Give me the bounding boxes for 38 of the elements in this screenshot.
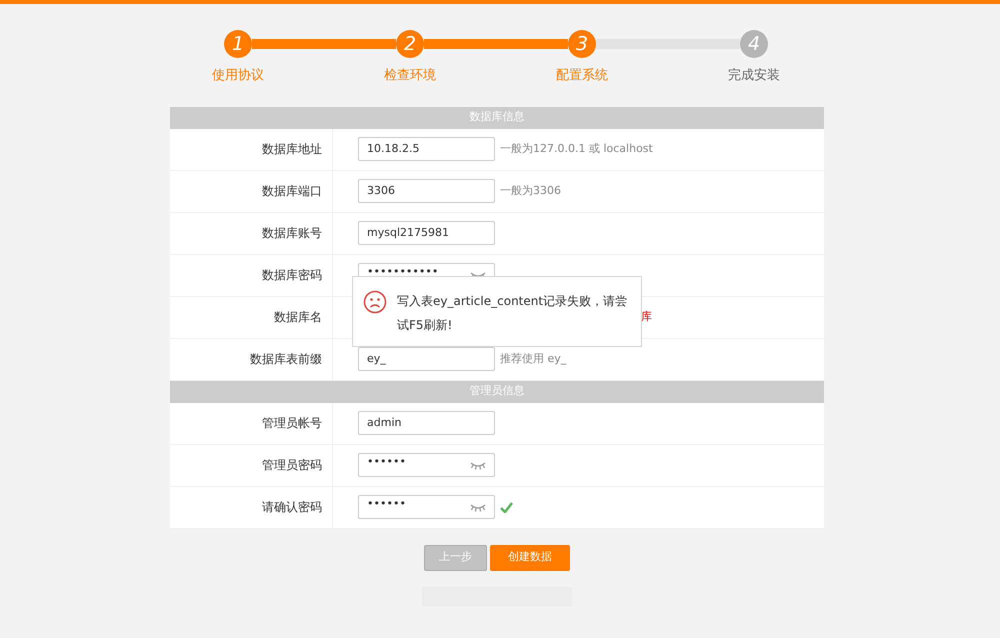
- step-number: 4: [740, 30, 768, 58]
- step-number: 2: [396, 30, 424, 58]
- step-label: 配置系统: [556, 67, 608, 85]
- eye-closed-icon[interactable]: [470, 462, 486, 470]
- field-label: 数据库表前缀: [250, 351, 322, 368]
- input-field[interactable]: 10.18.2.5: [358, 137, 495, 161]
- step-connector: [668, 39, 740, 49]
- field-hint: 一般为3306: [500, 182, 561, 199]
- step-label: 完成安装: [728, 67, 780, 85]
- input-field[interactable]: 3306: [358, 179, 495, 203]
- field-hint: 一般为127.0.0.1 或 localhost: [500, 140, 653, 157]
- input-field[interactable]: admin: [358, 411, 495, 435]
- field-label: 数据库密码: [262, 267, 322, 284]
- field-label: 数据库账号: [262, 225, 322, 242]
- step-connector: [596, 39, 668, 49]
- input-field[interactable]: ey_: [358, 347, 495, 371]
- field-label: 数据库端口: [262, 183, 322, 200]
- step-connector: [324, 39, 396, 49]
- password-field[interactable]: ••••••: [358, 453, 495, 477]
- step-connector: [424, 39, 496, 49]
- field-label: 数据库地址: [262, 141, 322, 158]
- step-label: 使用协议: [212, 67, 264, 85]
- step-number: 1: [224, 30, 252, 58]
- field-hint: 库: [641, 308, 652, 325]
- sad-face-icon: [363, 290, 387, 314]
- field-label: 请确认密码: [262, 499, 322, 516]
- eye-closed-icon[interactable]: [470, 504, 486, 512]
- input-field[interactable]: mysql2175981: [358, 221, 495, 245]
- error-message: 写入表ey_article_content记录失败，请尝试F5刷新!: [397, 293, 628, 334]
- step-label: 检查环境: [384, 67, 436, 85]
- field-hint: 推荐使用 ey_: [500, 350, 566, 367]
- field-label: 管理员密码: [262, 457, 322, 474]
- field-label: 管理员帐号: [262, 415, 322, 432]
- password-field[interactable]: ••••••: [358, 495, 495, 519]
- field-label: 数据库名: [274, 309, 322, 326]
- step-number: 3: [568, 30, 596, 58]
- step-connector: [496, 39, 568, 49]
- step-connector: [252, 39, 324, 49]
